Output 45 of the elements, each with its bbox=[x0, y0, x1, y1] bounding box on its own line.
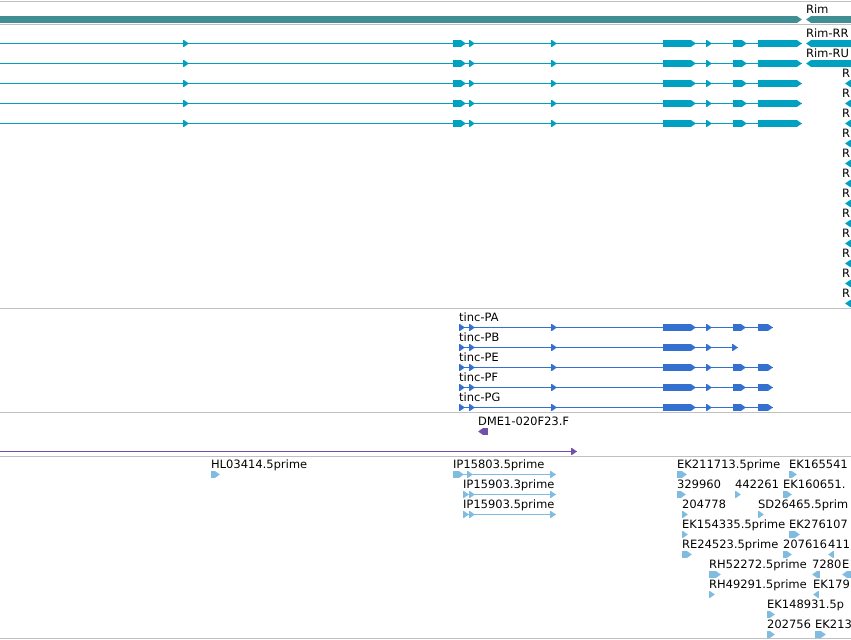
feature-label: R bbox=[842, 87, 850, 99]
feature-label: IP15903.3prime bbox=[463, 478, 554, 490]
feature-label: R bbox=[842, 247, 850, 259]
feature-label: EK160651. bbox=[783, 478, 846, 490]
feature-label: tinc-PG bbox=[459, 391, 500, 403]
feature-label: EK211713.5prime bbox=[677, 458, 780, 470]
feature-label: R bbox=[842, 187, 850, 199]
feature-label: Rim bbox=[806, 3, 828, 15]
feature-label: tinc-PA bbox=[459, 311, 499, 323]
feature-label: tinc-PB bbox=[459, 331, 500, 343]
feature-label: EK276107 bbox=[789, 518, 848, 530]
feature-label: EK165541 bbox=[789, 458, 848, 470]
feature-label: Rim-RU bbox=[806, 47, 849, 59]
feature-label: 207616 bbox=[783, 538, 827, 550]
feature-label: 7280 bbox=[812, 558, 842, 570]
feature-label: HL03414.5prime bbox=[211, 458, 308, 470]
feature-label: R bbox=[842, 167, 850, 179]
feature-label: E bbox=[842, 558, 850, 570]
feature-label: SD26465.5prim bbox=[758, 498, 848, 510]
feature-label: R bbox=[842, 107, 850, 119]
feature-label: 329960 bbox=[677, 478, 721, 490]
feature-label: EK213 bbox=[815, 618, 851, 630]
feature-label: RH52272.5prime bbox=[709, 558, 807, 570]
feature-label: tinc-PE bbox=[459, 351, 499, 363]
feature-label: 204778 bbox=[682, 498, 726, 510]
feature-label: R bbox=[842, 207, 850, 219]
feature-label: EK148931.5p bbox=[767, 598, 844, 610]
feature-label: RE24523.5prime bbox=[682, 538, 778, 550]
feature-label: 411 bbox=[828, 538, 850, 550]
feature-label: DME1-020F23.F bbox=[478, 415, 569, 427]
feature-label: R bbox=[842, 67, 850, 79]
feature-label: 442261 bbox=[735, 478, 779, 490]
feature-label: Rim-RR bbox=[806, 27, 849, 39]
feature-label: IP15903.5prime bbox=[463, 498, 554, 510]
feature-label: EK179 bbox=[813, 578, 850, 590]
feature-label: R bbox=[842, 267, 850, 279]
feature-label: R bbox=[842, 227, 850, 239]
feature-label: tinc-PF bbox=[459, 371, 498, 383]
feature-label: R bbox=[842, 127, 850, 139]
feature-label: IP15803.5prime bbox=[453, 458, 544, 470]
feature-label: RH49291.5prime bbox=[709, 578, 807, 590]
feature-label: R bbox=[842, 147, 850, 159]
feature-label: R bbox=[842, 287, 850, 299]
feature-label: 202756 bbox=[767, 618, 811, 630]
feature-label: EK154335.5prime bbox=[682, 518, 786, 530]
